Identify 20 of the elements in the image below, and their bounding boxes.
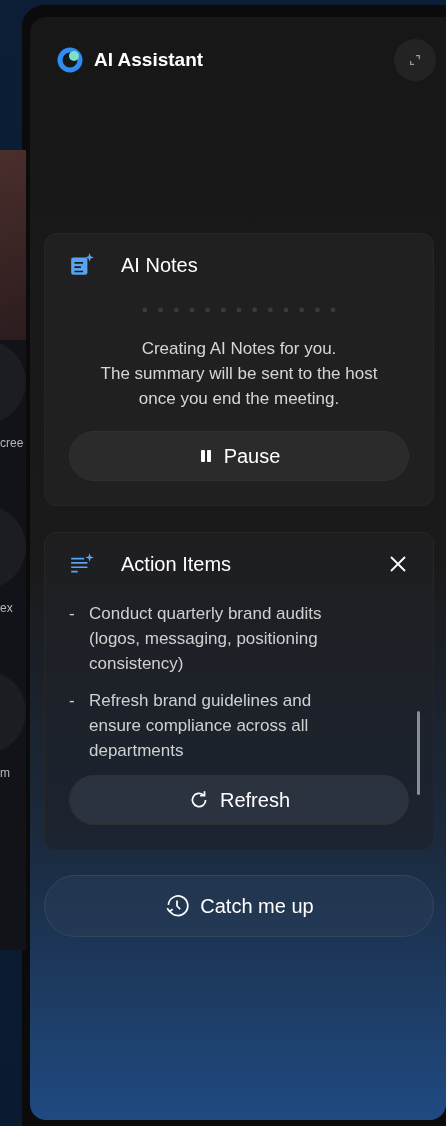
button-label: m [0,766,10,780]
pause-button[interactable]: Pause [69,431,409,481]
card-title: AI Notes [121,253,199,277]
history-icon [164,893,191,919]
logo-icon [56,46,84,74]
scrollbar[interactable] [417,711,420,795]
notes-icon [69,252,95,278]
action-item-text: Conduct quarterly brand audits (logos, messaging, positioning consistency) [89,603,323,675]
button-label: ex [0,601,13,615]
card-title: Action Items [121,552,233,576]
list-marker: - [69,603,75,625]
button-label: cree [0,436,24,450]
catch-up-button[interactable]: Catch me up [44,875,434,937]
refresh-button[interactable]: Refresh [69,775,409,825]
expand-icon [408,53,422,67]
list-marker: - [69,690,75,712]
panel-title: AI Assistant [94,49,205,71]
expand-button[interactable] [394,39,436,81]
status-message: Creating AI Notes for you. The summary will be sent to the host once you end the meeting. [99,338,379,410]
action-item-text: Refresh brand guidelines and ensure compliance across all departments [89,690,313,762]
